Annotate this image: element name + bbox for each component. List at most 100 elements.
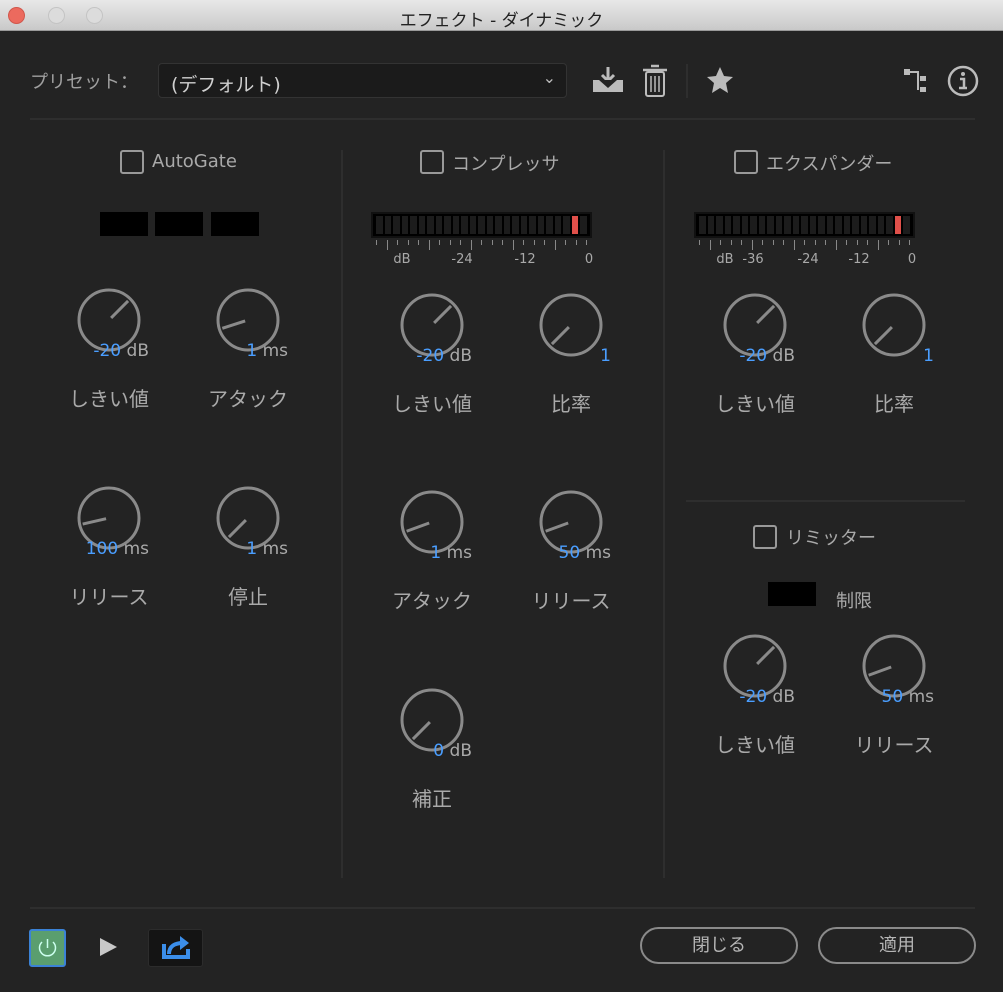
close-button[interactable]: 閉じる bbox=[640, 927, 798, 964]
download-icon[interactable] bbox=[591, 66, 625, 94]
meter-tick bbox=[720, 240, 721, 245]
knob-unit: ms bbox=[262, 539, 288, 559]
knob-value[interactable]: 0 dB bbox=[362, 741, 472, 761]
knob-compressor[interactable]: 1 比率 bbox=[501, 293, 641, 443]
routing-icon[interactable] bbox=[903, 68, 929, 94]
meter-tick bbox=[554, 240, 556, 250]
meter-segment bbox=[444, 216, 451, 234]
meter-tick bbox=[418, 240, 419, 245]
knob-value[interactable]: 50 ms bbox=[824, 687, 934, 707]
meter-tick bbox=[502, 240, 503, 245]
meter-peak-segment bbox=[571, 216, 579, 234]
knob-limiter[interactable]: -20 dB しきい値 bbox=[685, 634, 825, 784]
knob-number[interactable]: -20 bbox=[93, 341, 121, 361]
knob-number[interactable]: 1 bbox=[600, 346, 611, 366]
knob-expander[interactable]: 1 比率 bbox=[824, 293, 964, 443]
meter-segment bbox=[384, 216, 392, 234]
apply-button[interactable]: 適用 bbox=[818, 927, 976, 964]
knob-unit: ms bbox=[908, 687, 934, 707]
power-button[interactable] bbox=[29, 929, 66, 967]
meter-tick bbox=[783, 240, 784, 245]
meter-segment bbox=[843, 216, 851, 234]
knob-compressor[interactable]: 1 ms アタック bbox=[362, 490, 502, 640]
meter-tick-label: 0 bbox=[584, 252, 594, 267]
star-icon[interactable] bbox=[706, 66, 734, 94]
knob-number[interactable]: -20 bbox=[739, 687, 767, 707]
gate-indicator bbox=[100, 212, 148, 236]
meter-segment bbox=[503, 216, 511, 234]
chevron-down-icon: ⌄ bbox=[542, 68, 556, 87]
limiter-checkbox[interactable] bbox=[753, 525, 777, 549]
meter-segment bbox=[418, 216, 426, 234]
knob-compressor[interactable]: 0 dB 補正 bbox=[362, 688, 502, 838]
knob-number[interactable]: 1 bbox=[246, 539, 257, 559]
limit-label: 制限 bbox=[836, 591, 872, 612]
autogate-checkbox[interactable] bbox=[120, 150, 144, 174]
meter-segment bbox=[835, 216, 842, 234]
meter-tick-label: dB bbox=[393, 252, 411, 267]
trash-icon[interactable] bbox=[642, 64, 668, 98]
knob-number[interactable]: 1 bbox=[430, 543, 441, 563]
knob-value[interactable]: 1 ms bbox=[178, 539, 288, 559]
knob-unit: dB bbox=[772, 346, 795, 366]
meter-segment bbox=[826, 216, 834, 234]
knob-label: しきい値 bbox=[715, 733, 795, 757]
meter-tick-label: dB bbox=[716, 252, 734, 267]
meter-peak-segment bbox=[894, 216, 902, 234]
knob-value[interactable]: -20 dB bbox=[39, 341, 149, 361]
knob-label: リリース bbox=[69, 585, 149, 609]
knob-expander[interactable]: -20 dB しきい値 bbox=[685, 293, 825, 443]
knob-number[interactable]: 0 bbox=[433, 741, 444, 761]
info-icon[interactable] bbox=[947, 65, 979, 97]
knob-number[interactable]: -20 bbox=[739, 346, 767, 366]
knob-number[interactable]: 1 bbox=[923, 346, 934, 366]
knob-value[interactable]: -20 dB bbox=[362, 346, 472, 366]
knob-value[interactable]: -20 dB bbox=[685, 687, 795, 707]
knob-label: 停止 bbox=[228, 585, 268, 609]
knob-value[interactable]: 50 ms bbox=[501, 543, 611, 563]
knob-autogate[interactable]: -20 dB しきい値 bbox=[39, 288, 179, 438]
knob-autogate[interactable]: 100 ms リリース bbox=[39, 486, 179, 636]
meter-tick bbox=[512, 240, 514, 250]
knob-number[interactable]: 50 bbox=[882, 687, 904, 707]
export-button[interactable] bbox=[148, 929, 203, 967]
meter-segment bbox=[818, 216, 825, 234]
meter-tick bbox=[428, 240, 430, 250]
preset-dropdown[interactable]: (デフォルト) ⌄ bbox=[158, 63, 567, 98]
meter-tick bbox=[533, 240, 535, 245]
meter-segment bbox=[495, 216, 502, 234]
expander-checkbox[interactable] bbox=[734, 150, 758, 174]
knob-limiter[interactable]: 50 ms リリース bbox=[824, 634, 964, 784]
knob-compressor[interactable]: -20 dB しきい値 bbox=[362, 293, 502, 443]
knob-compressor[interactable]: 50 ms リリース bbox=[501, 490, 641, 640]
knob-number[interactable]: 50 bbox=[559, 543, 581, 563]
meter-segment bbox=[724, 216, 732, 234]
meter-tick-label: -12 bbox=[514, 252, 536, 267]
knob-value[interactable]: 1 bbox=[501, 346, 611, 366]
meter-tick bbox=[772, 240, 774, 245]
knob-label: しきい値 bbox=[715, 392, 795, 416]
knob-value[interactable]: 100 ms bbox=[39, 539, 149, 559]
knob-number[interactable]: -20 bbox=[416, 346, 444, 366]
power-icon bbox=[38, 939, 57, 957]
knob-number[interactable]: 100 bbox=[86, 539, 118, 559]
knob-value[interactable]: 1 ms bbox=[178, 341, 288, 361]
knob-number[interactable]: 1 bbox=[246, 341, 257, 361]
meter-tick bbox=[867, 240, 868, 245]
compressor-checkbox[interactable] bbox=[420, 150, 444, 174]
knob-value[interactable]: 1 ms bbox=[362, 543, 472, 563]
knob-autogate[interactable]: 1 ms アタック bbox=[178, 288, 318, 438]
meter-segment bbox=[461, 216, 468, 234]
play-icon[interactable] bbox=[99, 937, 119, 957]
knob-autogate[interactable]: 1 ms 停止 bbox=[178, 486, 318, 636]
knob-value[interactable]: -20 dB bbox=[685, 346, 795, 366]
meter-segment bbox=[733, 216, 740, 234]
header-divider bbox=[30, 118, 975, 120]
title-bar: エフェクト - ダイナミック bbox=[0, 0, 1003, 31]
expander-label: エクスパンダー bbox=[766, 154, 893, 175]
limiter-divider bbox=[686, 500, 965, 502]
limit-indicator bbox=[768, 582, 816, 606]
knob-value[interactable]: 1 bbox=[824, 346, 934, 366]
meter-tick-label: -12 bbox=[848, 252, 870, 267]
meter-segment bbox=[886, 216, 893, 234]
